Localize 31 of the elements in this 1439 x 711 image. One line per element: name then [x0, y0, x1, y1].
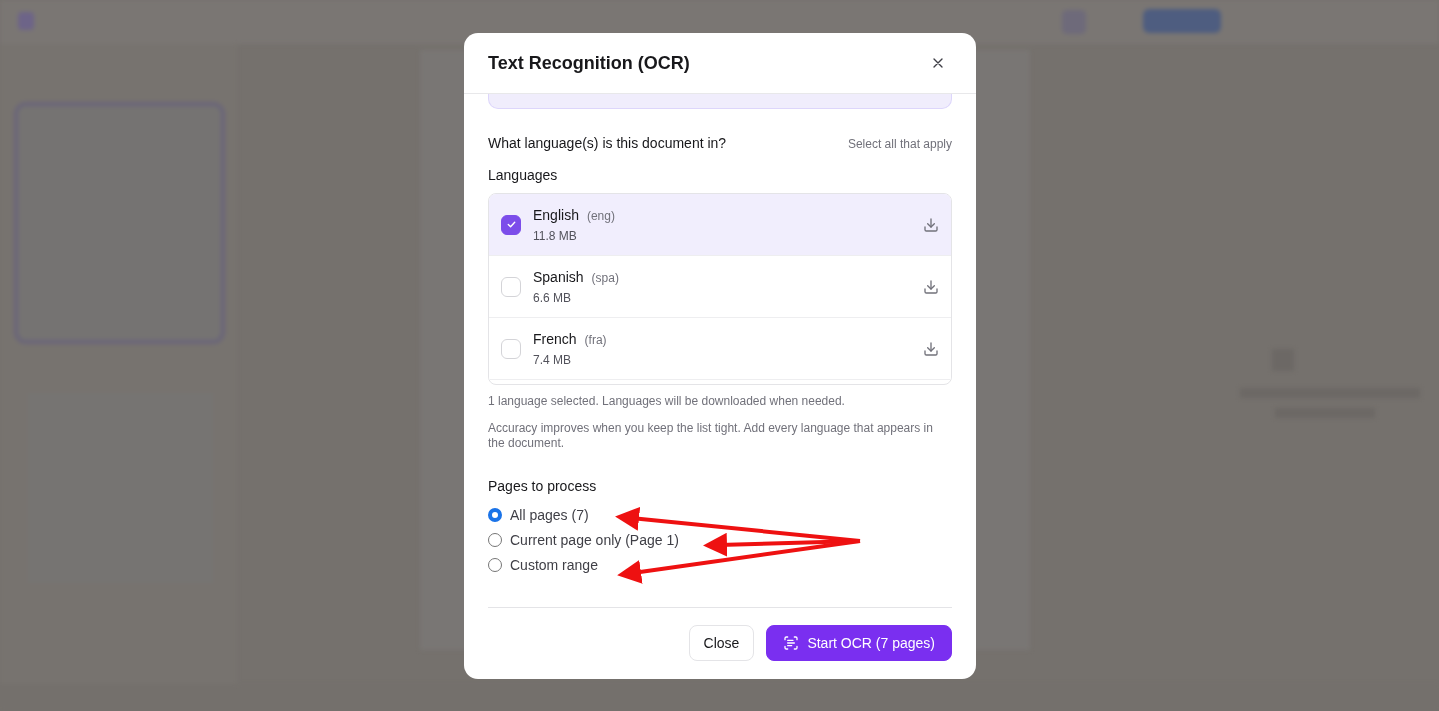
language-code: (eng)	[586, 208, 615, 223]
page-option[interactable]: Current page only (Page 1)	[488, 532, 952, 548]
language-code: (spa)	[591, 270, 619, 285]
radio-button[interactable]	[488, 558, 502, 572]
language-name: Spanish	[533, 268, 584, 285]
languages-label: Languages	[488, 167, 559, 183]
language-name: English	[533, 206, 579, 223]
page-option[interactable]: Custom range	[488, 557, 952, 573]
language-size: 6.6 MB	[533, 290, 572, 305]
select-hint: Select all that apply	[847, 137, 952, 151]
language-size: 7.4 MB	[533, 352, 572, 367]
download-icon[interactable]	[923, 216, 939, 233]
language-code: (fra)	[584, 332, 607, 347]
language-checkbox[interactable]	[501, 214, 521, 235]
accuracy-note: Accuracy improves when you keep the list tight. Add every language that appears in the document.	[488, 421, 934, 451]
start-ocr-button[interactable]: Start OCR (7 pages)	[766, 625, 952, 661]
download-icon[interactable]	[923, 340, 939, 357]
language-name: French	[533, 330, 577, 347]
radio-button[interactable]	[488, 508, 502, 522]
close-button[interactable]: Close	[688, 625, 755, 661]
download-icon[interactable]	[923, 278, 939, 295]
radio-button[interactable]	[488, 533, 502, 547]
scan-text-icon	[783, 635, 800, 651]
language-question: What language(s) is this document in?	[488, 135, 727, 151]
pages-label: Pages to process	[488, 478, 598, 494]
page-option[interactable]: All pages (7)	[488, 507, 952, 523]
language-row[interactable]: English (eng) 11.8 MB	[489, 194, 951, 256]
dialog-title: Text Recognition (OCR)	[488, 52, 690, 74]
selection-note: 1 language selected. Languages will be downloaded when needed.	[488, 394, 846, 409]
check-icon	[505, 219, 517, 230]
language-size: 11.8 MB	[533, 228, 578, 243]
